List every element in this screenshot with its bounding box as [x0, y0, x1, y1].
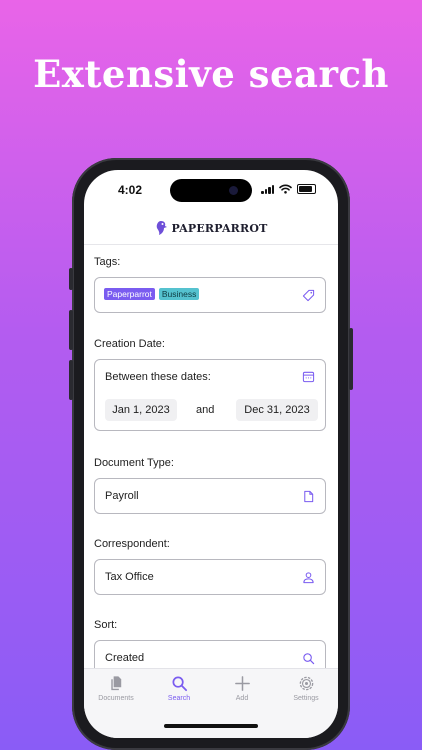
document-type-value: Payroll: [105, 490, 139, 502]
volume-down-button: [69, 360, 73, 400]
status-time: 4:02: [118, 183, 143, 197]
tags-field[interactable]: Paperparrot Business: [94, 277, 326, 313]
person-icon: [303, 572, 314, 584]
tab-settings[interactable]: Settings: [281, 675, 331, 702]
phone-frame: 4:02 PAPERPARROT Tags: Paperparrot Busin…: [69, 158, 353, 750]
documents-icon: [110, 676, 121, 691]
parrot-logo-icon: [157, 221, 168, 235]
search-icon: [172, 676, 187, 692]
correspondent-value: Tax Office: [105, 571, 154, 583]
tab-add[interactable]: Add: [217, 675, 267, 702]
date-mode[interactable]: Between these dates:: [105, 371, 211, 383]
creation-date-field: Between these dates: Jan 1, 2023 and Dec…: [94, 359, 326, 431]
document-type-field[interactable]: Payroll: [94, 478, 326, 514]
app-header: PAPERPARROT: [84, 220, 338, 236]
calendar-icon[interactable]: [302, 370, 315, 383]
power-button: [349, 328, 353, 390]
home-indicator[interactable]: [164, 724, 258, 728]
tag-icon[interactable]: [302, 289, 315, 302]
dynamic-island: [170, 179, 252, 202]
end-date-picker[interactable]: Dec 31, 2023: [236, 399, 318, 421]
tab-label: Documents: [98, 695, 134, 702]
app-brand: PAPERPARROT: [171, 221, 268, 235]
volume-up-button: [69, 310, 73, 350]
mute-switch: [69, 268, 73, 290]
headline: Extensive search: [33, 52, 389, 96]
header-divider: [84, 244, 338, 245]
tab-label: Search: [167, 695, 191, 702]
tags-label: Tags:: [94, 256, 121, 268]
document-type-label: Document Type:: [94, 457, 174, 469]
tab-label: Add: [235, 695, 249, 702]
app-screen: 4:02 PAPERPARROT Tags: Paperparrot Busin…: [84, 170, 338, 738]
document-icon: [304, 490, 314, 503]
status-bar: 4:02: [84, 170, 338, 206]
tag-list: Paperparrot Business: [104, 288, 200, 300]
gear-icon: [299, 676, 313, 691]
signal-icon: [261, 184, 274, 194]
magnifier-icon: [303, 653, 315, 665]
plus-icon: [234, 676, 250, 691]
correspondent-label: Correspondent:: [94, 538, 170, 550]
creation-date-label: Creation Date:: [94, 338, 165, 350]
sort-label: Sort:: [94, 619, 118, 631]
tab-search[interactable]: Search: [154, 675, 204, 702]
battery-icon: [297, 184, 316, 194]
correspondent-field[interactable]: Tax Office: [94, 559, 326, 595]
status-icons: [261, 184, 316, 194]
tab-label: Settings: [293, 695, 319, 702]
tab-documents[interactable]: Documents: [91, 675, 141, 702]
tag-chip[interactable]: Paperparrot: [104, 288, 155, 300]
tag-chip[interactable]: Business: [158, 288, 200, 300]
wifi-icon: [279, 184, 292, 194]
date-and-text: and: [196, 404, 215, 416]
start-date-picker[interactable]: Jan 1, 2023: [105, 399, 177, 421]
sort-value: Created: [105, 652, 145, 664]
